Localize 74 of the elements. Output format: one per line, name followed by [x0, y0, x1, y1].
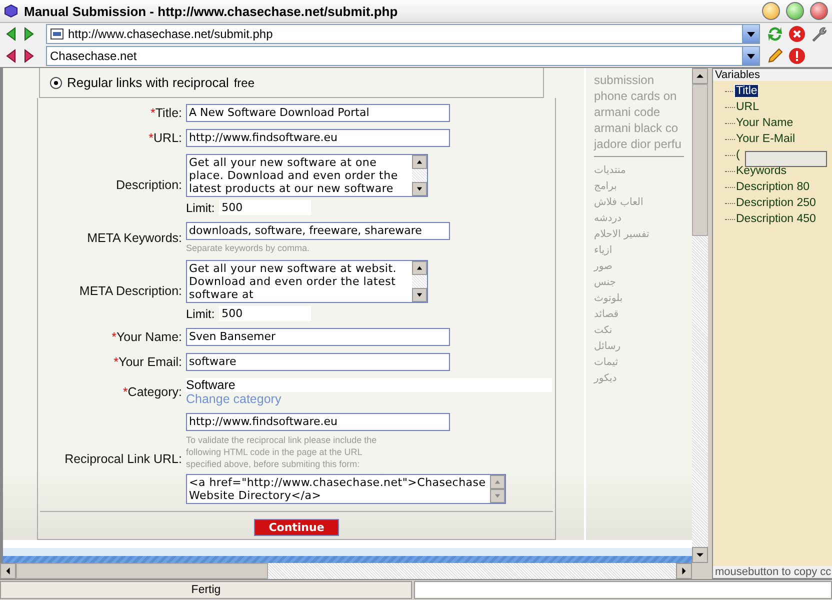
text-field[interactable]: downloads, software, freeware, shareware — [186, 222, 450, 240]
tree-item[interactable]: Keywords — [735, 165, 788, 177]
maximize-button[interactable] — [786, 2, 804, 20]
code-area[interactable]: <a href="http://www.chasechase.net">Chasechase Website Directory</a> — [186, 474, 506, 504]
limit-value: 500 — [218, 200, 311, 215]
field-label: META Description: — [79, 284, 182, 298]
tree-item[interactable]: ( — [735, 149, 741, 161]
required-marker: * — [114, 355, 119, 369]
limit-label: Limit: — [186, 306, 215, 320]
text-field[interactable]: http://www.findsoftware.eu — [186, 413, 450, 431]
window-title: Manual Submission - http://www.chasechase.net/submit.php — [24, 4, 398, 18]
text-area[interactable]: Get all your new software at one place. Download and even order the latest products at our new software — [186, 154, 428, 197]
field-label: META Keywords: — [87, 230, 182, 244]
hint-text: Separate keywords by comma. — [186, 243, 310, 253]
tree-item[interactable]: Description 80 — [735, 181, 811, 193]
panel-title: Variables — [713, 69, 832, 81]
field-label: Your Name: — [116, 330, 182, 344]
scrollbar-thumb[interactable] — [16, 563, 268, 579]
price-text: free — [234, 76, 255, 90]
alert-icon[interactable] — [788, 47, 806, 65]
hint-text: To validate the reciprocal link please include the following HTML code in the page at the URL specified above, before submiting this form: — [186, 434, 378, 470]
cube-icon — [4, 4, 18, 18]
tree-item[interactable]: URL — [735, 101, 760, 113]
stop-icon[interactable] — [788, 25, 806, 43]
text-field[interactable]: http://www.findsoftware.eu — [186, 129, 450, 147]
radio-label: Regular links with reciprocal — [67, 75, 229, 90]
tree-item[interactable]: Title — [735, 85, 758, 97]
dropdown-button[interactable] — [742, 25, 759, 43]
scrollbar-thumb[interactable] — [692, 84, 708, 236]
vertical-scrollbar[interactable] — [692, 68, 708, 563]
caret-icon — [747, 54, 755, 58]
scrollbar[interactable] — [412, 155, 427, 196]
page-icon — [50, 27, 64, 41]
field-label: URL: — [154, 131, 182, 145]
tree-item[interactable]: Your E-Mail — [735, 133, 796, 145]
dropdown-button[interactable] — [742, 47, 759, 65]
close-button[interactable] — [810, 2, 828, 20]
forward-icon[interactable] — [22, 27, 36, 41]
tree-item[interactable]: Description 250 — [735, 197, 817, 209]
address-field[interactable]: http://www.chasechase.net/submit.php — [46, 24, 760, 44]
required-marker: * — [148, 131, 154, 145]
radio-button[interactable] — [50, 76, 62, 88]
field-label: Category: — [128, 385, 182, 399]
back-icon[interactable] — [4, 27, 18, 41]
back-icon[interactable] — [4, 49, 18, 63]
field-label: Your Email: — [118, 355, 182, 369]
tree-item[interactable]: Your Name — [735, 117, 794, 129]
refresh-icon[interactable] — [766, 25, 784, 43]
pencil-icon[interactable] — [766, 47, 784, 65]
limit-value: 500 — [218, 306, 311, 321]
continue-button[interactable]: Continue — [254, 519, 340, 536]
limit-label: Limit: — [186, 200, 215, 214]
scrollbar[interactable] — [412, 261, 427, 302]
category-value: Software — [186, 378, 552, 392]
field-label: Title: — [155, 106, 182, 120]
forward-icon[interactable] — [22, 49, 36, 63]
text-field[interactable]: A New Software Download Portal — [186, 104, 450, 122]
field-label: Reciprocal Link URL: — [64, 452, 182, 466]
text-area[interactable]: Get all your new software at websit. Download and even order the latest software at — [186, 260, 428, 303]
status-text: Fertig — [0, 581, 412, 599]
text-field[interactable]: Sven Bansemer — [186, 328, 450, 346]
text-field[interactable]: software — [186, 353, 450, 371]
horizontal-scrollbar[interactable] — [0, 563, 708, 579]
required-marker: * — [122, 385, 128, 399]
hint-text: mousebutton to copy cc — [713, 566, 832, 578]
minimize-button[interactable] — [762, 2, 780, 20]
tree-item[interactable]: Description 450 — [735, 213, 817, 225]
caret-icon — [747, 32, 755, 36]
change-category-link[interactable]: Change category — [186, 392, 282, 406]
required-marker: * — [150, 106, 156, 120]
field-label: Description: — [116, 178, 182, 192]
required-marker: * — [112, 330, 116, 344]
wrench-icon[interactable] — [810, 25, 828, 43]
site-field[interactable]: Chasechase.net — [46, 46, 760, 66]
